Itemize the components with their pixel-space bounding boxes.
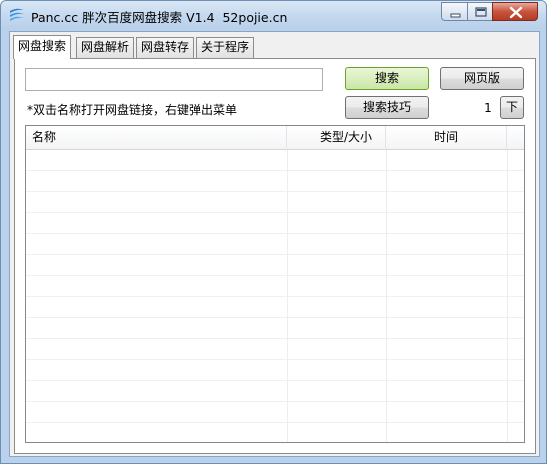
tab-netdisk-parse[interactable]: 网盘解析: [76, 37, 135, 58]
empty-row-grid: [26, 170, 524, 423]
minimize-icon: [450, 13, 461, 18]
search-tab-panel: 搜索 网页版 *双击名称打开网盘链接，右键弹出菜单 搜索技巧 1 下 名称 类型…: [14, 58, 536, 454]
column-divider: [507, 150, 508, 442]
maximize-button[interactable]: [467, 2, 493, 21]
search-input[interactable]: [25, 68, 323, 91]
app-window: Panc.cc 胖次百度网盘搜索 V1.4 52pojie.cn 网盘搜索 网盘…: [0, 0, 547, 464]
app-logo-icon: [10, 8, 24, 21]
close-icon: [509, 6, 523, 19]
minimize-button[interactable]: [441, 2, 468, 21]
column-header-filler: [507, 126, 524, 150]
maximize-icon: [475, 7, 487, 17]
title-bar[interactable]: Panc.cc 胖次百度网盘搜索 V1.4 52pojie.cn: [1, 1, 546, 29]
column-header-time[interactable]: 时间: [386, 126, 507, 150]
usage-hint: *双击名称打开网盘链接，右键弹出菜单: [27, 103, 238, 117]
search-button[interactable]: 搜索: [345, 67, 429, 90]
results-table[interactable]: 名称 类型/大小 时间: [25, 125, 525, 443]
column-header-type-size[interactable]: 类型/大小: [287, 126, 386, 150]
column-header-name[interactable]: 名称: [26, 126, 287, 150]
column-divider: [287, 150, 288, 442]
column-divider: [386, 150, 387, 442]
search-tips-button[interactable]: 搜索技巧: [345, 96, 429, 119]
client-area: 网盘搜索 网盘解析 网盘转存 关于程序 搜索 网页版 *双击名称打开网盘链接，右…: [9, 31, 540, 457]
tab-netdisk-transfer[interactable]: 网盘转存: [136, 37, 195, 58]
tab-about[interactable]: 关于程序: [196, 37, 255, 58]
next-page-button[interactable]: 下: [500, 96, 524, 119]
page-number: 1: [484, 101, 492, 115]
web-version-button[interactable]: 网页版: [440, 67, 524, 90]
tab-netdisk-search[interactable]: 网盘搜索: [13, 35, 72, 59]
window-title: Panc.cc 胖次百度网盘搜索 V1.4 52pojie.cn: [31, 10, 288, 25]
close-button[interactable]: [492, 2, 538, 21]
table-header: 名称 类型/大小 时间: [26, 126, 524, 150]
